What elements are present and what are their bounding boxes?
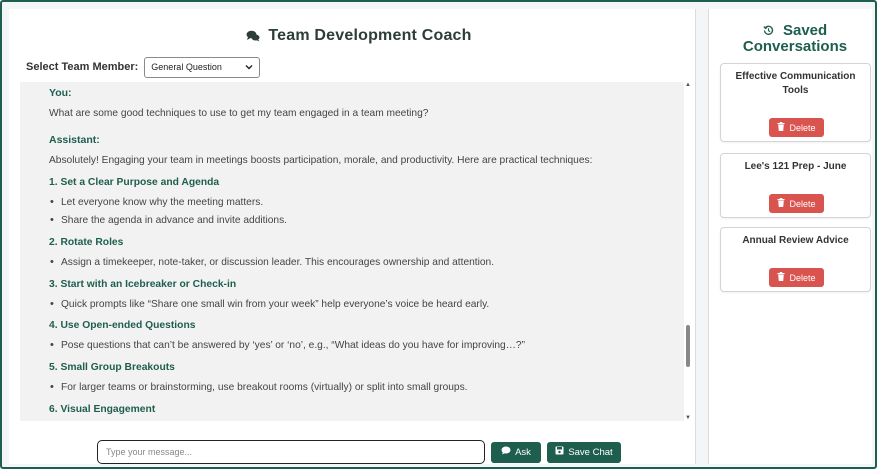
section-heading: 2. Rotate Roles: [49, 237, 124, 249]
assistant-sections: 1. Set a Clear Purpose and Agenda Let eve…: [49, 177, 655, 417]
save-chat-button[interactable]: Save Chat: [547, 441, 621, 463]
member-select-value: General Question: [151, 62, 222, 72]
page-title-text: Team Development Coach: [268, 27, 472, 44]
section-heading: 5. Small Group Breakouts: [49, 361, 175, 373]
delete-label: Delete: [789, 198, 816, 209]
section-heading: 3. Start with an Icebreaker or Check-in: [49, 278, 237, 290]
composer: Type your message... Ask Save Chat: [97, 440, 621, 464]
list-item: For larger teams or brainstorming, use b…: [49, 381, 655, 395]
delete-button[interactable]: Delete: [769, 268, 824, 287]
list-item: Quick prompts like “Share one small win …: [49, 298, 655, 312]
saved-conversation-card[interactable]: Lee's 121 Prep - June Delete: [720, 153, 871, 218]
delete-button[interactable]: Delete: [769, 118, 824, 137]
delete-label: Delete: [789, 122, 816, 133]
save-label: Save Chat: [568, 446, 613, 458]
scroll-up-icon[interactable]: ▲: [685, 82, 691, 88]
trash-icon: [777, 122, 785, 133]
ask-label: Ask: [515, 446, 531, 458]
chat-history[interactable]: You: What are some good techniques to us…: [20, 82, 684, 421]
saved-title-line2: Conversations: [742, 38, 848, 55]
member-select[interactable]: General Question: [144, 56, 261, 78]
message-input[interactable]: Type your message...: [97, 440, 485, 464]
assistant-intro: Absolutely! Engaging your team in meetin…: [49, 155, 593, 166]
saved-conversations-panel: Saved Conversations Effective Communicat…: [708, 9, 872, 464]
trash-icon: [777, 272, 785, 283]
saved-conversation-card[interactable]: Effective Communication Tools Delete: [720, 63, 871, 142]
user-message: What are some good techniques to use to …: [49, 108, 429, 120]
ask-button[interactable]: Ask: [491, 441, 541, 463]
delete-label: Delete: [789, 272, 816, 283]
conversation-title[interactable]: Annual Review Advice: [721, 228, 870, 248]
list-item: Pose questions that can’t be answered by…: [49, 339, 655, 353]
comments-icon: [246, 29, 260, 47]
comment-icon: [501, 446, 511, 458]
member-select-row: Select Team Member: General Question: [26, 56, 261, 78]
conversation-title[interactable]: Lee's 121 Prep - June: [721, 154, 870, 174]
chat-panel: Team Development Coach Select Team Membe…: [9, 9, 696, 464]
list-item: Let everyone know why the meeting matter…: [49, 196, 655, 210]
assistant-label: Assistant:: [49, 133, 100, 146]
saved-conversations-title: Saved Conversations: [709, 23, 877, 55]
scroll-thumb[interactable]: [686, 325, 690, 367]
section-heading: 6. Visual Engagement: [49, 403, 156, 415]
user-label: You:: [49, 87, 72, 99]
save-icon: [555, 446, 564, 458]
list-item: Assign a timekeeper, note-taker, or disc…: [49, 256, 655, 270]
saved-conversation-card[interactable]: Annual Review Advice Delete: [720, 227, 871, 292]
saved-title-line1: Saved: [782, 22, 828, 39]
page-title: Team Development Coach: [9, 27, 709, 47]
delete-button[interactable]: Delete: [769, 194, 824, 213]
member-select-label: Select Team Member:: [26, 61, 139, 73]
chat-scrollbar[interactable]: ▲ ▼: [685, 82, 691, 421]
conversation-title[interactable]: Effective Communication Tools: [721, 64, 870, 98]
chevron-down-icon: [245, 62, 253, 72]
list-item: Share the agenda in advance and invite a…: [49, 214, 655, 228]
trash-icon: [777, 198, 785, 209]
section-heading: 1. Set a Clear Purpose and Agenda: [49, 176, 220, 188]
section-heading: 4. Use Open-ended Questions: [49, 320, 196, 332]
scroll-down-icon[interactable]: ▼: [685, 415, 691, 421]
history-icon: [763, 22, 783, 39]
app-frame: Team Development Coach Select Team Membe…: [0, 0, 877, 469]
